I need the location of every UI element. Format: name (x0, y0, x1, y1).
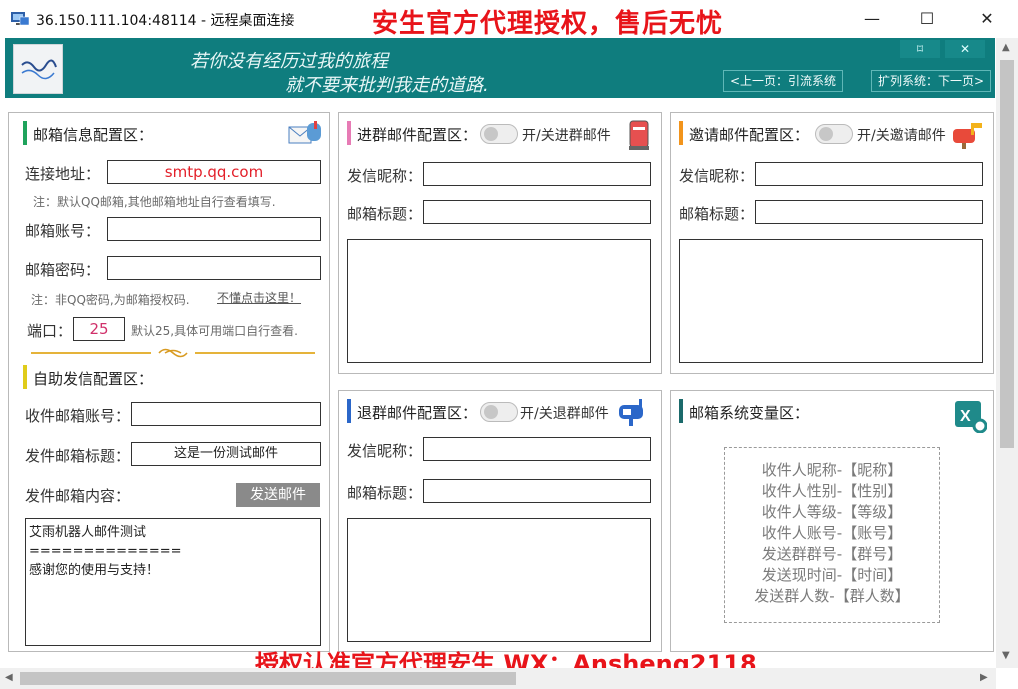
close-button[interactable]: ✕ (972, 6, 1002, 32)
join-group-toggle[interactable] (480, 124, 518, 144)
join-nickname-input[interactable] (423, 162, 651, 186)
section-accent-bar (347, 121, 351, 145)
header-slogan-line1: 若你没有经历过我的旅程 (190, 51, 388, 72)
account-label: 邮箱账号： (25, 222, 101, 240)
red-postbox-icon (629, 120, 649, 150)
join-subject-input[interactable] (423, 200, 651, 224)
scroll-right-icon[interactable]: ▶ (980, 672, 988, 683)
email-config-title: 邮箱信息配置区： (33, 126, 154, 144)
help-link[interactable]: 不懂点击这里！ (217, 289, 301, 306)
scroll-left-icon[interactable]: ◀ (5, 672, 13, 683)
password-label: 邮箱密码： (25, 261, 101, 279)
leave-group-panel: 退群邮件配置区： 开/关退群邮件 发信昵称： 邮箱标题： (338, 390, 662, 652)
leave-group-toggle[interactable] (480, 402, 518, 422)
header-slogan-line2: 就不要来批判我走的道路. (285, 75, 489, 96)
left-panel: 邮箱信息配置区： 连接地址： smtp.qq.com 注：默认QQ邮箱,其他邮箱… (8, 112, 330, 652)
password-note: 注：非QQ密码,为邮箱授权码. (31, 293, 190, 307)
variable-item: 发送现时间-【时间】 (761, 566, 903, 584)
maximize-button[interactable]: ☐ (912, 6, 942, 32)
join-subject-label: 邮箱标题： (347, 205, 423, 223)
leave-subject-label: 邮箱标题： (347, 484, 423, 502)
subject-label: 发件邮箱标题： (25, 447, 131, 465)
invite-content-textarea[interactable] (679, 239, 983, 363)
ornament-divider (31, 348, 315, 358)
invite-title: 邀请邮件配置区： (689, 126, 810, 144)
remote-desktop-icon (11, 12, 30, 26)
content-label: 发件邮箱内容： (25, 487, 131, 505)
app-header: 若你没有经历过我的旅程 就不要来批判我走的道路. ⌑ ✕ <上一页：引流系统 扩… (5, 38, 995, 98)
section-accent-bar (23, 121, 27, 145)
invite-nickname-label: 发信昵称： (679, 167, 755, 185)
recipient-label: 收件邮箱账号： (25, 407, 131, 425)
variable-item: 收件人等级-【等级】 (761, 503, 903, 521)
variable-item: 收件人性别-【性别】 (761, 482, 903, 500)
content-textarea[interactable]: 艾雨机器人邮件测试 ============== 感谢您的使用与支持！ (25, 518, 321, 646)
scroll-up-icon[interactable]: ▲ (1002, 42, 1010, 53)
host-input[interactable]: smtp.qq.com (107, 160, 321, 184)
svg-text:X: X (960, 408, 971, 425)
mailbox-icon (288, 121, 321, 144)
invite-toggle-label: 开/关邀请邮件 (857, 128, 946, 144)
join-group-panel: 进群邮件配置区： 开/关进群邮件 发信昵称： 邮箱标题： (338, 112, 662, 374)
auto-send-title: 自助发信配置区： (33, 370, 154, 388)
prev-page-button[interactable]: <上一页：引流系统 (723, 70, 844, 92)
leave-subject-input[interactable] (423, 479, 651, 503)
leave-group-toggle-label: 开/关退群邮件 (520, 406, 609, 422)
header-pin-button[interactable]: ⌑ (900, 40, 940, 58)
join-group-title: 进群邮件配置区： (357, 126, 478, 144)
leave-content-textarea[interactable] (347, 518, 651, 642)
invite-nickname-input[interactable] (755, 162, 983, 186)
leave-nickname-label: 发信昵称： (347, 442, 423, 460)
app-logo (13, 44, 63, 94)
join-group-toggle-label: 开/关进群邮件 (522, 128, 611, 144)
invite-subject-label: 邮箱标题： (679, 205, 755, 223)
port-note: 默认25,具体可用端口自行查看. (131, 324, 298, 338)
vertical-scroll-thumb[interactable] (1000, 60, 1014, 448)
top-banner: 安生官方代理授权，售后无忧 (372, 9, 724, 39)
port-label: 端口： (27, 322, 73, 340)
variables-box: 收件人昵称-【昵称】 收件人性别-【性别】 收件人等级-【等级】 收件人账号-【… (724, 447, 940, 623)
variables-title: 邮箱系统变量区： (689, 404, 810, 422)
horizontal-scrollbar[interactable]: ◀ ▶ (0, 668, 996, 689)
blue-mailbox-icon (619, 399, 643, 426)
excel-settings-icon: X (955, 401, 987, 433)
minimize-button[interactable]: — (857, 6, 887, 32)
variable-item: 发送群群号-【群号】 (761, 545, 903, 563)
variables-panel: 邮箱系统变量区： X 收件人昵称-【昵称】 收件人性别-【性别】 收件人等级-【… (670, 390, 994, 652)
variable-item: 收件人账号-【账号】 (761, 524, 903, 542)
invite-panel: 邀请邮件配置区： 开/关邀请邮件 发信昵称： 邮箱标题： (670, 112, 994, 374)
recipient-input[interactable] (131, 402, 321, 426)
port-input[interactable]: 25 (73, 317, 125, 341)
host-note: 注：默认QQ邮箱,其他邮箱地址自行查看填写. (33, 195, 276, 209)
invite-subject-input[interactable] (755, 200, 983, 224)
password-input[interactable] (107, 256, 321, 280)
host-label: 连接地址： (25, 165, 101, 183)
window-titlebar: 36.150.111.104:48114 - 远程桌面连接 安生官方代理授权，售… (0, 0, 1018, 39)
variable-item: 收件人昵称-【昵称】 (761, 461, 903, 479)
section-accent-bar (679, 399, 683, 423)
header-close-button[interactable]: ✕ (945, 40, 985, 58)
vertical-scrollbar[interactable]: ▲ ▼ (996, 38, 1018, 668)
variable-item: 发送群人数-【群人数】 (754, 587, 910, 605)
section-accent-bar (347, 399, 351, 423)
window-title: 36.150.111.104:48114 - 远程桌面连接 (36, 13, 295, 29)
leave-group-title: 退群邮件配置区： (357, 404, 478, 422)
next-page-button[interactable]: 扩列系统：下一页> (871, 70, 992, 92)
leave-nickname-input[interactable] (423, 437, 651, 461)
join-nickname-label: 发信昵称： (347, 167, 423, 185)
mailbox-flag-icon (953, 123, 982, 149)
logo-image-icon (14, 45, 62, 93)
join-content-textarea[interactable] (347, 239, 651, 363)
subject-input[interactable]: 这是一份测试邮件 (131, 442, 321, 466)
invite-toggle[interactable] (815, 124, 853, 144)
section-accent-bar (679, 121, 683, 145)
send-email-button[interactable]: 发送邮件 (236, 483, 320, 507)
horizontal-scroll-thumb[interactable] (20, 672, 516, 685)
account-input[interactable] (107, 217, 321, 241)
section-accent-bar (23, 365, 27, 389)
scroll-down-icon[interactable]: ▼ (1002, 650, 1010, 661)
